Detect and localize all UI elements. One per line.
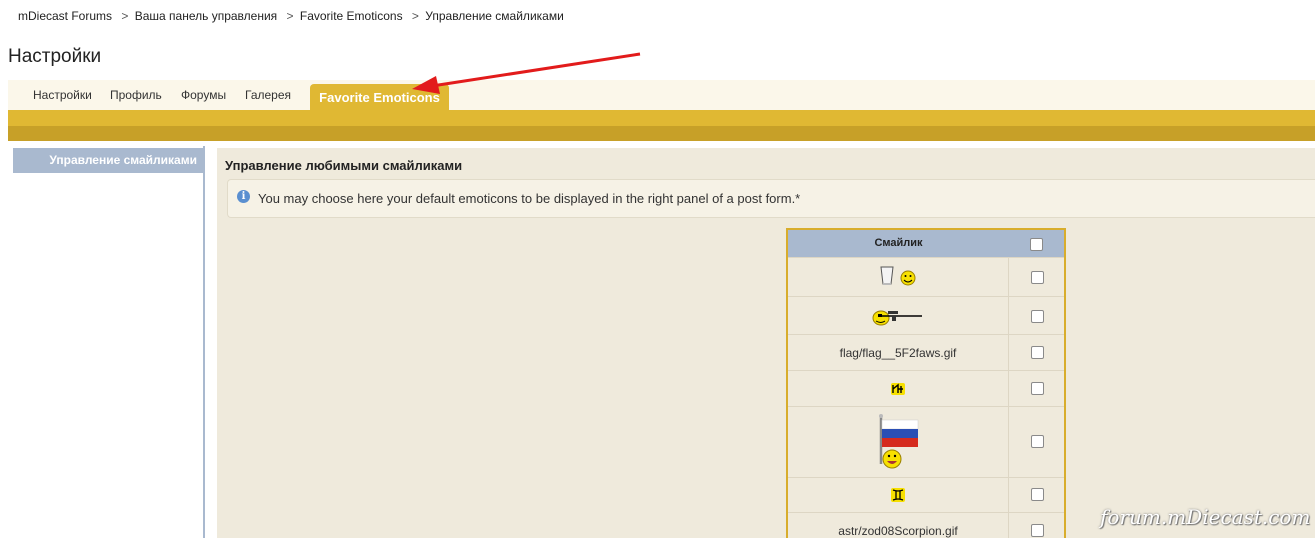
emoticon-filename: flag/flag__5F2faws.gif bbox=[839, 345, 957, 360]
emoticon-cell bbox=[788, 478, 1008, 512]
tab-bar: Настройки Профиль Форумы Галерея Favorit… bbox=[8, 80, 1315, 110]
emoticon-cell bbox=[788, 407, 1008, 477]
breadcrumb-separator: > bbox=[411, 9, 419, 23]
breadcrumb: mDiecast Forums > Ваша панель управления… bbox=[18, 9, 568, 23]
select-all-checkbox[interactable] bbox=[1030, 238, 1043, 251]
emoticon-checkbox[interactable] bbox=[1031, 382, 1044, 395]
emoticon-cell bbox=[788, 258, 1008, 296]
zodiac-glyph-icon bbox=[891, 382, 905, 395]
sidebar-divider bbox=[203, 146, 205, 538]
table-row bbox=[788, 406, 1064, 477]
breadcrumb-separator: > bbox=[286, 9, 294, 23]
tab-settings[interactable]: Настройки bbox=[33, 88, 92, 102]
table-row bbox=[788, 257, 1064, 296]
tab-profile[interactable]: Профиль bbox=[110, 88, 162, 102]
sidebar-item-manage-emoticons[interactable]: Управление смайликами bbox=[13, 148, 203, 173]
russian-flag-smiley-icon bbox=[879, 414, 919, 469]
sniper-smiley-icon bbox=[872, 310, 922, 325]
emoticon-checkbox[interactable] bbox=[1031, 310, 1044, 323]
tab-favorite-emoticons[interactable]: Favorite Emoticons bbox=[310, 84, 449, 110]
cup-smiley-icon bbox=[880, 266, 916, 286]
tab-underline-bar bbox=[8, 110, 1315, 126]
emoticon-checkbox[interactable] bbox=[1031, 346, 1044, 359]
emoticon-table: Смайлик flag/flag__5F2faws.gif astr/zod0… bbox=[786, 228, 1066, 538]
tab-forums[interactable]: Форумы bbox=[181, 88, 226, 102]
emoticon-cell bbox=[788, 371, 1008, 406]
emoticon-cell: astr/zod08Scorpion.gif bbox=[788, 513, 1008, 538]
section-title: Управление любимыми смайликами bbox=[225, 158, 463, 173]
emoticon-checkbox[interactable] bbox=[1031, 435, 1044, 448]
emoticon-cell: flag/flag__5F2faws.gif bbox=[788, 335, 1008, 370]
emoticon-cell bbox=[788, 297, 1008, 334]
table-row bbox=[788, 296, 1064, 334]
watermark: forum.mDiecast.com bbox=[1100, 505, 1311, 529]
table-row bbox=[788, 370, 1064, 406]
breadcrumb-link-control-panel[interactable]: Ваша панель управления bbox=[135, 9, 277, 23]
breadcrumb-link-forums[interactable]: mDiecast Forums bbox=[18, 9, 112, 23]
gemini-glyph-icon bbox=[891, 488, 905, 502]
column-header-emoticon: Смайлик bbox=[874, 237, 923, 249]
info-icon: i bbox=[237, 190, 250, 203]
tab-gallery[interactable]: Галерея bbox=[245, 88, 291, 102]
emoticon-checkbox[interactable] bbox=[1031, 271, 1044, 284]
subnav-bar bbox=[8, 126, 1315, 141]
breadcrumb-current[interactable]: Управление смайликами bbox=[425, 9, 564, 23]
table-row: flag/flag__5F2faws.gif bbox=[788, 334, 1064, 370]
page: mDiecast Forums > Ваша панель управления… bbox=[0, 0, 1315, 538]
breadcrumb-separator: > bbox=[121, 9, 129, 23]
emoticon-filename: astr/zod08Scorpion.gif bbox=[838, 523, 958, 538]
page-title: Настройки bbox=[8, 46, 102, 67]
sidebar bbox=[8, 141, 205, 538]
info-text: You may choose here your default emotico… bbox=[258, 191, 801, 206]
emoticon-checkbox[interactable] bbox=[1031, 524, 1044, 537]
table-header: Смайлик bbox=[788, 230, 1064, 257]
emoticon-checkbox[interactable] bbox=[1031, 488, 1044, 501]
table-row bbox=[788, 477, 1064, 512]
breadcrumb-link-favorite-emoticons[interactable]: Favorite Emoticons bbox=[300, 9, 403, 23]
table-row: astr/zod08Scorpion.gif bbox=[788, 512, 1064, 538]
